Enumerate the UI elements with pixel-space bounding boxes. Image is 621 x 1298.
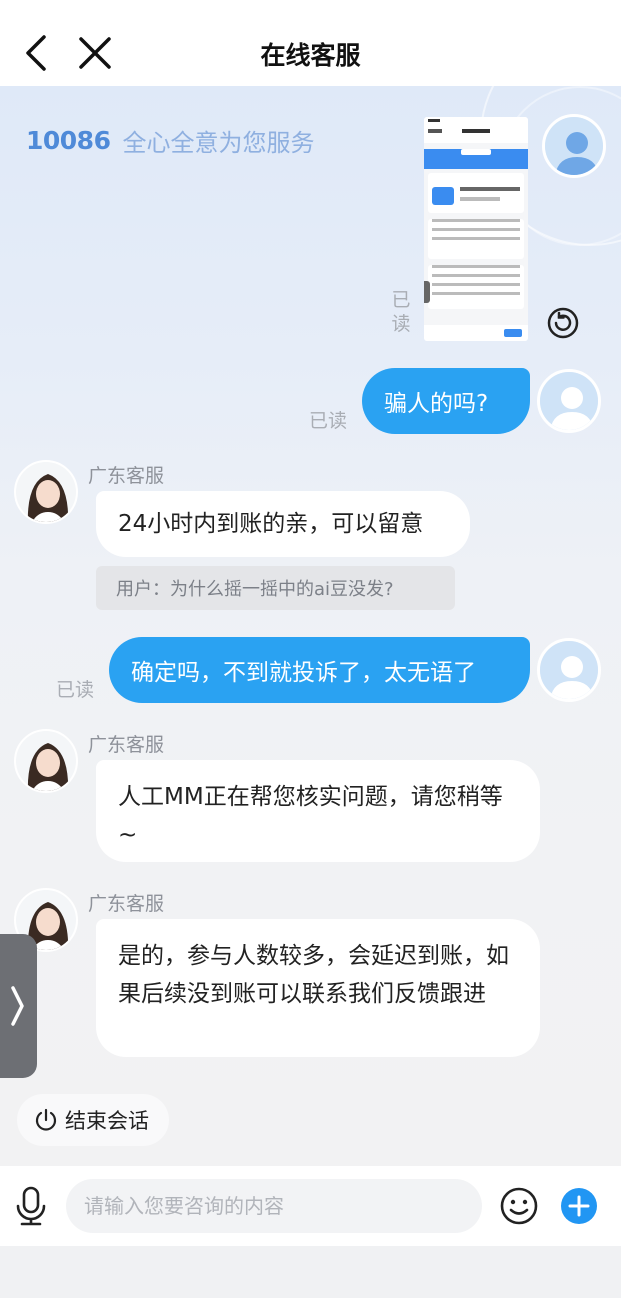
read-receipt: 已读 — [56, 679, 95, 701]
agent-avatar — [14, 729, 78, 793]
page-title: 在线客服 — [260, 41, 361, 70]
chevron-right-icon — [11, 986, 24, 1026]
screenshot-image-message[interactable] — [424, 117, 528, 341]
user-avatar — [542, 114, 606, 178]
side-drawer-tab[interactable] — [0, 934, 37, 1078]
read-receipt: 已读 — [309, 410, 348, 432]
brand-banner: 10086 全心全意为您服务 — [26, 120, 314, 160]
recall-icon[interactable] — [546, 306, 580, 340]
user-avatar — [537, 369, 601, 433]
agent-message-bubble[interactable]: 是的，参与人数较多，会延迟到账，如果后续没到账可以联系我们反馈跟进 — [96, 919, 540, 1057]
brand-logo: 10086 — [26, 125, 111, 155]
agent-name: 广东客服 — [88, 734, 165, 756]
power-icon — [35, 1108, 57, 1131]
top-nav-bar: 在线客服 — [0, 0, 621, 86]
message-input[interactable] — [66, 1179, 482, 1233]
user-message-bubble[interactable]: 骗人的吗? — [362, 368, 530, 434]
agent-message-bubble[interactable]: 人工MM正在帮您核实问题，请您稍等~ — [96, 760, 540, 862]
agent-avatar — [14, 460, 78, 524]
emoji-icon[interactable] — [499, 1186, 539, 1226]
agent-name: 广东客服 — [88, 893, 165, 915]
end-session-label: 结束会话 — [65, 1109, 149, 1133]
plus-icon[interactable] — [560, 1187, 598, 1225]
quoted-message[interactable]: 用户：为什么摇一摇中的ai豆没发? — [96, 566, 455, 610]
user-avatar — [537, 638, 601, 702]
agent-name: 广东客服 — [88, 465, 165, 487]
agent-message-bubble[interactable]: 24小时内到账的亲，可以留意 — [96, 491, 470, 557]
bottom-safe-area — [0, 1246, 621, 1298]
input-bar — [0, 1166, 621, 1246]
microphone-icon[interactable] — [14, 1186, 48, 1226]
end-session-button[interactable]: 结束会话 — [17, 1094, 169, 1146]
user-message-bubble[interactable]: 确定吗，不到就投诉了，太无语了 — [109, 637, 530, 703]
brand-slogan: 全心全意为您服务 — [122, 128, 315, 157]
read-receipt: 已 读 — [391, 289, 411, 335]
